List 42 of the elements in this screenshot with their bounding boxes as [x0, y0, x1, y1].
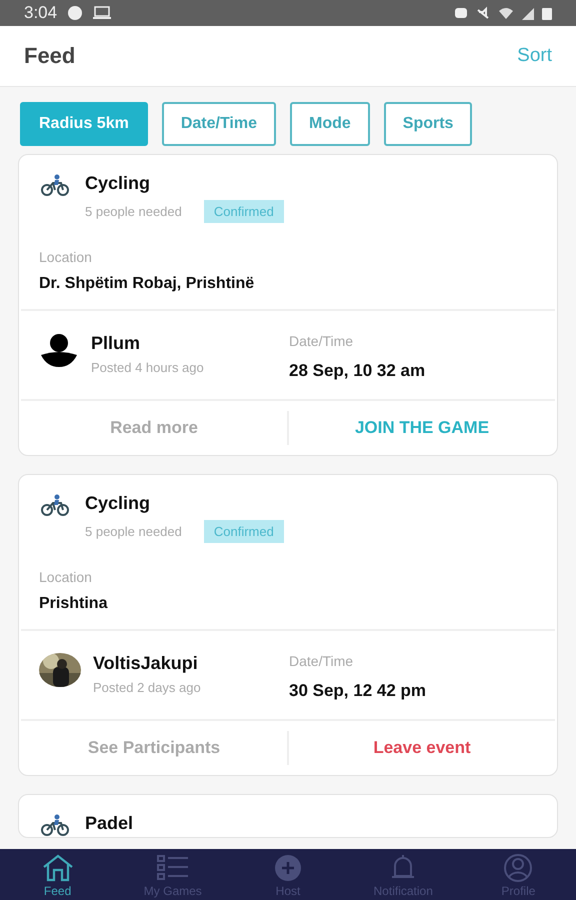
user-name: VoltisJakupi — [93, 653, 199, 674]
status-badge: Confirmed — [204, 200, 284, 223]
wifi-icon — [498, 6, 514, 20]
nav-label: Feed — [44, 884, 72, 898]
date-value: 28 Sep, 10 32 am — [289, 361, 426, 381]
location-value: Prishtina — [39, 595, 109, 613]
people-needed: 5 people needed — [85, 204, 182, 219]
sport-name: Padel — [85, 813, 134, 834]
bicycle-icon — [39, 493, 71, 517]
people-needed: 5 people needed — [85, 524, 182, 539]
mute-icon — [476, 6, 490, 20]
battery-icon — [542, 6, 552, 20]
sport-name: Cycling — [85, 493, 152, 514]
card-action-button[interactable]: JOIN THE GAME — [289, 417, 555, 439]
filter-chip[interactable]: Mode — [290, 102, 370, 146]
user-name: Pllum — [91, 333, 142, 354]
date-value: 30 Sep, 12 42 pm — [289, 681, 426, 701]
sort-button[interactable]: Sort — [517, 45, 552, 67]
card-action-button[interactable]: Read more — [21, 417, 287, 439]
filter-chip[interactable]: Sports — [384, 102, 472, 146]
list-icon[interactable] — [154, 852, 191, 882]
posted-time: Posted 4 hours ago — [91, 360, 204, 375]
location-label: Location — [39, 569, 93, 585]
laptop-icon — [93, 6, 112, 20]
sport-name: Cycling — [85, 173, 152, 194]
status-time: 3:04 — [24, 3, 58, 23]
bicycle-icon — [39, 173, 71, 197]
card-action-button[interactable]: Leave event — [289, 737, 555, 759]
card-action-button[interactable]: See Participants — [21, 737, 287, 759]
posted-time: Posted 2 days ago — [93, 680, 201, 695]
bicycle-icon — [39, 813, 71, 837]
page-title: Feed — [24, 43, 76, 69]
status-badge: Confirmed — [204, 520, 284, 543]
filter-chip[interactable]: Date/Time — [162, 102, 276, 146]
filter-chip[interactable]: Radius 5km — [20, 102, 148, 146]
nav-tab[interactable]: Feed — [0, 849, 116, 900]
date-label: Date/Time — [289, 653, 354, 669]
location-label: Location — [39, 249, 93, 265]
avatar-icon — [39, 333, 79, 367]
date-label: Date/Time — [289, 333, 354, 349]
signal-icon — [522, 6, 534, 20]
location-value: Dr. Shpëtim Robaj, Prishtinë — [39, 275, 256, 293]
